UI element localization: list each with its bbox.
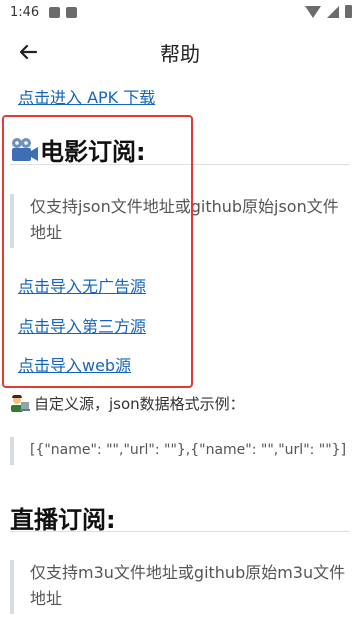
- back-button[interactable]: [10, 34, 46, 70]
- heading-divider: [10, 164, 350, 165]
- arrow-left-icon: [19, 44, 38, 60]
- apk-download-link[interactable]: 点击进入 APK 下载: [18, 90, 155, 108]
- live-quote: 仅支持m3u文件地址或github原始m3u文件地址: [10, 560, 350, 614]
- custom-source-paragraph: 自定义源，json数据格式示例：: [10, 393, 245, 414]
- page-title: 帮助: [160, 41, 200, 66]
- live-quote-text: 仅支持m3u文件地址或github原始m3u文件地址: [30, 563, 346, 608]
- movie-subscription-heading: 电影订阅:: [10, 132, 146, 167]
- help-content[interactable]: 点击进入 APK 下载 电影订阅: 仅支持json文件地址或github原始js…: [0, 80, 360, 640]
- custom-source-text: 自定义源，json数据格式示例：: [34, 395, 245, 413]
- movie-quote-text: 仅支持json文件地址或github原始json文件地址: [30, 197, 339, 242]
- status-right-icons: [305, 5, 352, 18]
- import-no-ads-source-link[interactable]: 点击导入无广告源: [18, 273, 146, 297]
- sd-card-notification-icon: [66, 6, 78, 18]
- app-bar: 帮助: [0, 24, 360, 80]
- import-web-source-link[interactable]: 点击导入web源: [18, 352, 131, 376]
- battery-icon: [345, 5, 352, 18]
- live-subscription-heading-text: 直播订阅:: [10, 506, 116, 534]
- movie-subscription-heading-text: 电影订阅:: [40, 138, 146, 166]
- status-bar: 1:46: [0, 0, 360, 24]
- live-subscription-heading: 直播订阅:: [10, 500, 116, 535]
- import-third-party-source-link[interactable]: 点击导入第三方源: [18, 313, 146, 337]
- status-time: 1:46: [10, 4, 40, 20]
- image-notification-icon: [49, 6, 61, 18]
- signal-icon: [327, 5, 339, 18]
- technologist-icon: [11, 394, 30, 412]
- movie-quote: 仅支持json文件地址或github原始json文件地址: [10, 194, 350, 248]
- json-example-text: [{"name": "","url": ""},{"name": "","url…: [30, 442, 347, 458]
- movie-camera-icon: [12, 137, 38, 161]
- heading-divider-live: [10, 531, 350, 532]
- wifi-icon: [305, 5, 321, 18]
- json-example-quote: [{"name": "","url": ""},{"name": "","url…: [10, 437, 350, 465]
